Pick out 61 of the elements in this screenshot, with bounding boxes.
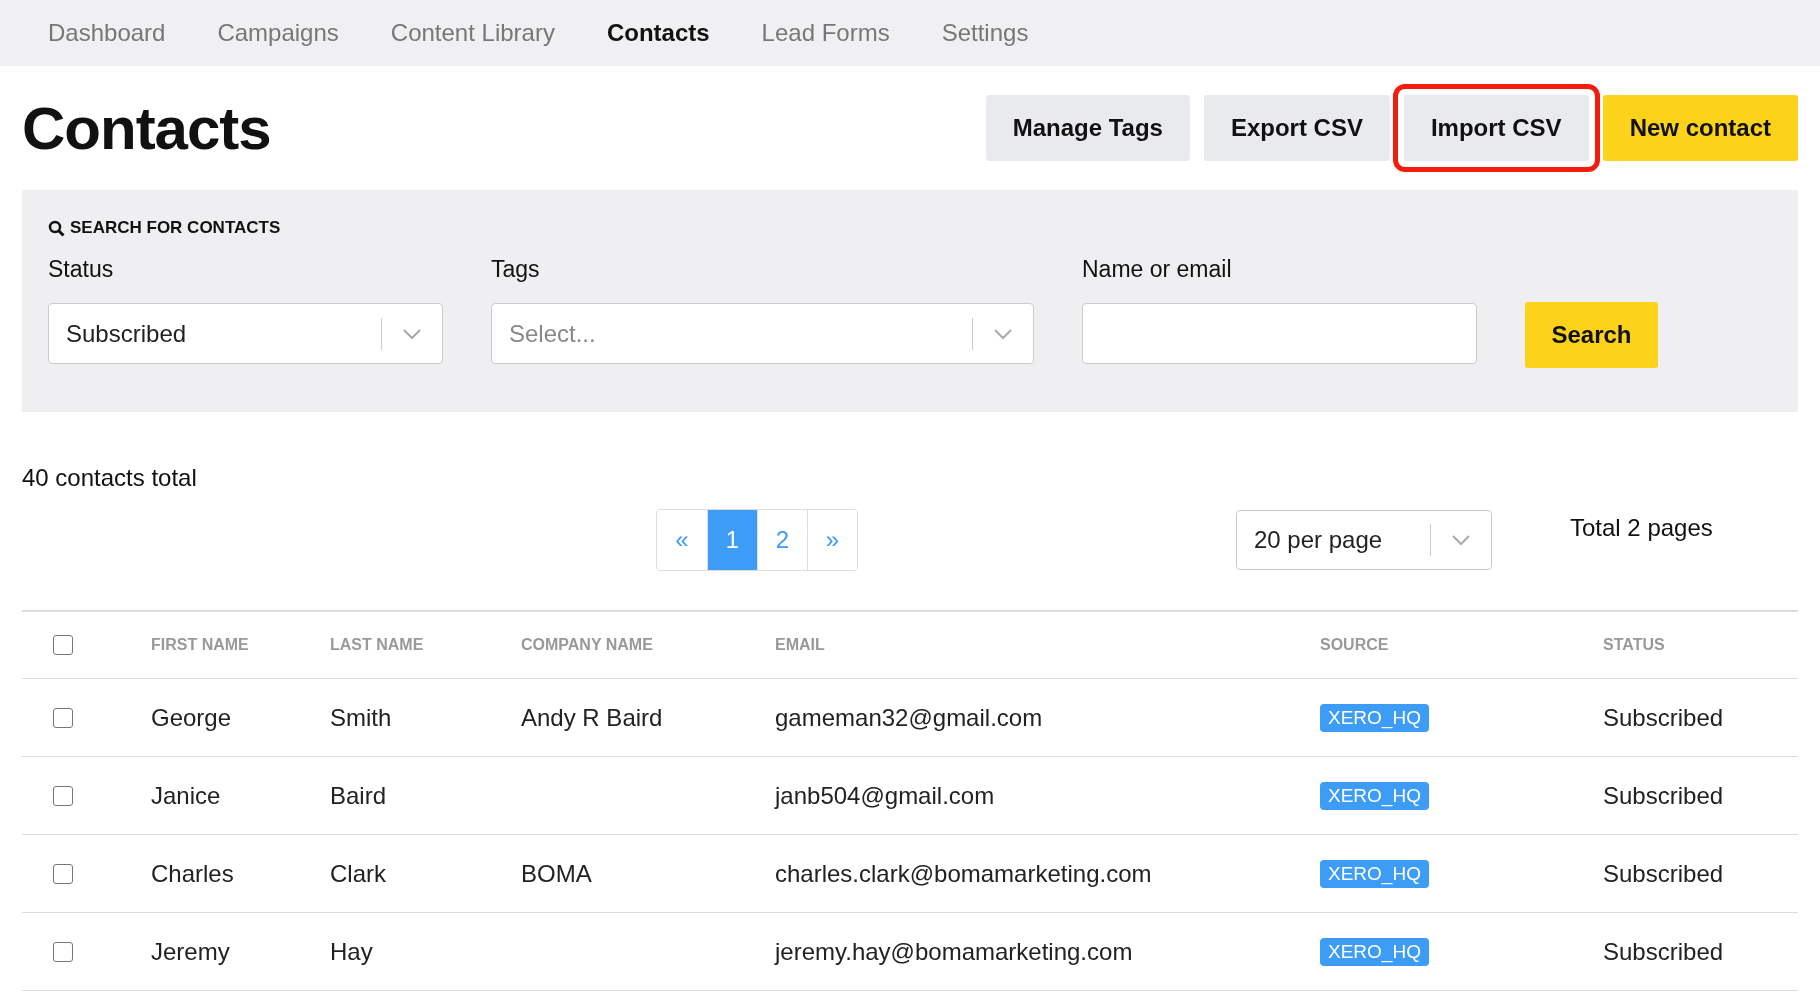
source-tag: XERO_HQ [1320, 781, 1429, 810]
status-select[interactable]: Subscribed [48, 303, 443, 364]
table-cell-text: George [151, 703, 233, 732]
column-header: LAST NAME [330, 636, 425, 654]
column-header: SOURCE [1320, 636, 1390, 654]
checkbox[interactable] [53, 707, 73, 728]
column-header: STATUS [1603, 636, 1666, 654]
page-link[interactable]: 1 [707, 510, 757, 570]
checkbox[interactable] [53, 863, 73, 884]
search-icon [48, 219, 65, 237]
column-header: COMPANY NAME [521, 636, 654, 654]
field-label: Status [48, 256, 115, 283]
checkbox[interactable] [53, 635, 73, 655]
table-cell-text: Clark [330, 859, 387, 888]
table-cell-text: Subscribed [1603, 781, 1725, 810]
column-header: FIRST NAME [151, 636, 250, 654]
checkbox[interactable] [53, 785, 73, 806]
table-cell-text: Subscribed [1603, 703, 1725, 732]
per-page-select[interactable]: 20 per page [1236, 510, 1492, 570]
contacts-count: 40 contacts total [22, 464, 198, 492]
source-tag: XERO_HQ [1320, 859, 1429, 888]
table-cell-text: janb504@gmail.com [775, 781, 996, 810]
table-cell-text: Subscribed [1603, 937, 1725, 966]
chevron-down-icon [1451, 534, 1471, 546]
nav-tab[interactable]: Settings [941, 19, 1029, 47]
column-header: EMAIL [775, 636, 826, 654]
nav-tab[interactable]: Dashboard [48, 19, 166, 47]
chevron-down-icon [402, 327, 422, 340]
action-button[interactable]: Import CSV [1403, 95, 1589, 161]
page-title: Contacts [22, 93, 272, 163]
table-cell-text: Subscribed [1603, 859, 1725, 888]
field-label: Name or email [1082, 256, 1233, 283]
checkbox[interactable] [53, 941, 73, 962]
table-cell-text: BOMA [521, 859, 593, 888]
table-cell-text: gameman32@gmail.com [775, 703, 1044, 732]
source-tag: XERO_HQ [1320, 937, 1429, 966]
chevron-down-icon [993, 327, 1013, 340]
next-page[interactable]: » [807, 510, 857, 570]
table-cell-text: Smith [330, 703, 393, 732]
source-tag: XERO_HQ [1320, 703, 1429, 732]
table-cell-text: Andy R Baird [521, 703, 664, 732]
table-cell-text: jeremy.hay@bomamarketing.com [775, 937, 1134, 966]
tags-select[interactable]: Select... [491, 303, 1034, 364]
table-cell-text: Janice [151, 781, 222, 810]
total-pages: Total 2 pages [1570, 514, 1713, 542]
table-cell-text: Baird [330, 781, 388, 810]
nav-tab[interactable]: Lead Forms [761, 19, 890, 47]
search-heading: SEARCH FOR CONTACTS [70, 218, 281, 238]
table-cell-text: Hay [330, 937, 374, 966]
input-field[interactable] [1082, 303, 1477, 364]
nav-tab[interactable]: Contacts [606, 19, 710, 47]
nav-tab[interactable]: Content Library [390, 19, 555, 47]
table-cell-text: charles.clark@bomamarketing.com [775, 859, 1153, 888]
nav-tab[interactable]: Campaigns [217, 19, 339, 47]
table-cell-text: Charles [151, 859, 235, 888]
table-cell-text: Jeremy [151, 937, 231, 966]
new-button[interactable]: New contact [1602, 95, 1798, 161]
search-button[interactable]: Search [1525, 302, 1658, 368]
field-label: Tags [491, 256, 541, 283]
action-button[interactable]: Export CSV [1203, 95, 1390, 161]
action-button[interactable]: Manage Tags [985, 95, 1190, 161]
